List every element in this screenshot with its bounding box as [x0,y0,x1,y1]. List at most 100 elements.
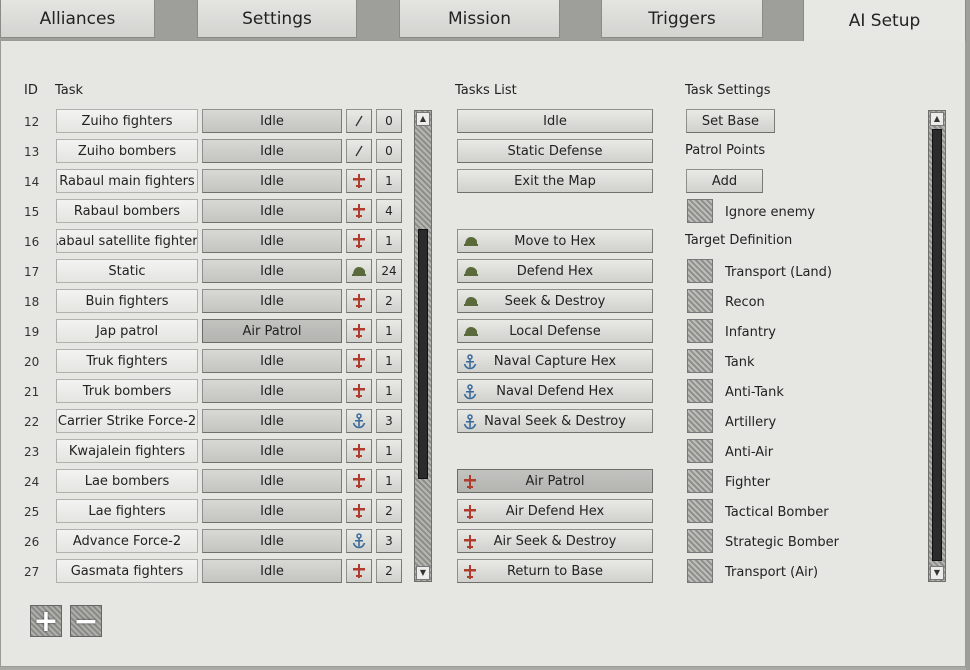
target-checkbox[interactable] [687,529,713,553]
task-name-button[interactable]: Kwajalein fighters [56,439,198,463]
tab-mission[interactable]: Mission [399,0,560,38]
task-status-button[interactable]: Idle [202,409,342,433]
task-table-scrollbar[interactable]: ▲ ▼ [414,110,432,582]
task-status-button[interactable]: Idle [202,139,342,163]
task-unit-type[interactable] [346,109,372,133]
task-unit-count[interactable]: 2 [376,559,402,583]
task-status-button[interactable]: Idle [202,199,342,223]
tasks-list-static-defense[interactable]: Static Defense [457,139,653,163]
task-status-button[interactable]: Idle [202,169,342,193]
task-unit-count[interactable]: 1 [376,169,402,193]
tasks-list-seek-destroy[interactable]: Seek & Destroy [457,289,653,313]
add-patrol-point-button[interactable]: Add [686,169,763,193]
task-status-button[interactable]: Idle [202,529,342,553]
task-unit-count[interactable]: 1 [376,469,402,493]
target-checkbox[interactable] [687,439,713,463]
task-status-button[interactable]: Idle [202,259,342,283]
task-unit-count[interactable]: 4 [376,199,402,223]
task-unit-count[interactable]: 1 [376,229,402,253]
task-name-button[interactable]: Truk bombers [56,379,198,403]
task-unit-count[interactable]: 1 [376,319,402,343]
task-unit-count[interactable]: 0 [376,139,402,163]
tab-ai-setup[interactable]: AI Setup [803,0,966,41]
task-unit-type[interactable] [346,349,372,373]
task-status-button[interactable]: Air Patrol [202,319,342,343]
tab-alliances[interactable]: Alliances [0,0,155,38]
task-status-button[interactable]: Idle [202,229,342,253]
task-unit-count[interactable]: 2 [376,289,402,313]
task-unit-type[interactable] [346,499,372,523]
target-checkbox[interactable] [687,259,713,283]
task-name-button[interactable]: Rabaul main fighters [56,169,198,193]
task-name-button[interactable]: Gasmata fighters [56,559,198,583]
scroll-thumb[interactable] [932,129,942,561]
task-unit-count[interactable]: 2 [376,499,402,523]
scroll-down-arrow-icon[interactable]: ▼ [930,566,944,580]
tasks-list-air-patrol[interactable]: Air Patrol [457,469,653,493]
task-unit-type[interactable] [346,529,372,553]
target-checkbox[interactable] [687,379,713,403]
task-unit-count[interactable]: 24 [376,259,402,283]
task-status-button[interactable]: Idle [202,559,342,583]
tasks-list-exit-the-map[interactable]: Exit the Map [457,169,653,193]
task-name-button[interactable]: Zuiho fighters [56,109,198,133]
task-status-button[interactable]: Idle [202,439,342,463]
tasks-list-idle[interactable]: Idle [457,109,653,133]
task-status-button[interactable]: Idle [202,469,342,493]
task-name-button[interactable]: Rabaul bombers [56,199,198,223]
tab-triggers[interactable]: Triggers [601,0,763,38]
set-base-button[interactable]: Set Base [686,109,775,133]
tasks-list-move-to-hex[interactable]: Move to Hex [457,229,653,253]
tasks-list-air-defend-hex[interactable]: Air Defend Hex [457,499,653,523]
target-checkbox[interactable] [687,289,713,313]
task-unit-type[interactable] [346,469,372,493]
tasks-list-local-defense[interactable]: Local Defense [457,319,653,343]
task-unit-type[interactable] [346,409,372,433]
task-unit-type[interactable] [346,379,372,403]
task-name-button[interactable]: Zuiho bombers [56,139,198,163]
target-checkbox[interactable] [687,409,713,433]
task-unit-count[interactable]: 1 [376,379,402,403]
task-unit-count[interactable]: 3 [376,529,402,553]
task-unit-type[interactable] [346,169,372,193]
task-status-button[interactable]: Idle [202,289,342,313]
target-checkbox[interactable] [687,319,713,343]
task-unit-type[interactable] [346,199,372,223]
add-task-button[interactable]: + [30,604,62,639]
task-status-button[interactable]: Idle [202,349,342,373]
task-unit-type[interactable] [346,439,372,463]
ignore-enemy-checkbox[interactable] [687,199,713,223]
task-name-button[interactable]: Jap patrol [56,319,198,343]
scroll-down-arrow-icon[interactable]: ▼ [416,566,430,580]
remove-task-button[interactable]: − [70,604,102,639]
task-unit-type[interactable] [346,229,372,253]
tasks-list-naval-defend-hex[interactable]: Naval Defend Hex [457,379,653,403]
task-name-button[interactable]: Carrier Strike Force-2 [56,409,198,433]
task-name-button[interactable]: Static [56,259,198,283]
target-checkbox[interactable] [687,559,713,583]
target-checkbox[interactable] [687,349,713,373]
task-unit-count[interactable]: 1 [376,439,402,463]
task-unit-type[interactable] [346,139,372,163]
task-name-button[interactable]: Truk fighters [56,349,198,373]
task-unit-type[interactable] [346,559,372,583]
tasks-list-naval-capture-hex[interactable]: Naval Capture Hex [457,349,653,373]
target-checkbox[interactable] [687,469,713,493]
task-name-button[interactable]: Rabaul satellite fighters [56,229,198,253]
task-status-button[interactable]: Idle [202,109,342,133]
tasks-list-defend-hex[interactable]: Defend Hex [457,259,653,283]
tab-settings[interactable]: Settings [197,0,357,38]
tasks-list-air-seek-destroy[interactable]: Air Seek & Destroy [457,529,653,553]
task-unit-count[interactable]: 3 [376,409,402,433]
task-name-button[interactable]: Advance Force-2 [56,529,198,553]
task-unit-type[interactable] [346,259,372,283]
task-unit-type[interactable] [346,289,372,313]
scroll-up-arrow-icon[interactable]: ▲ [416,112,430,126]
target-checkbox[interactable] [687,499,713,523]
task-unit-type[interactable] [346,319,372,343]
task-unit-count[interactable]: 1 [376,349,402,373]
task-status-button[interactable]: Idle [202,379,342,403]
scroll-up-arrow-icon[interactable]: ▲ [930,112,944,126]
task-name-button[interactable]: Lae bombers [56,469,198,493]
tasks-list-naval-seek-destroy[interactable]: Naval Seek & Destroy [457,409,653,433]
